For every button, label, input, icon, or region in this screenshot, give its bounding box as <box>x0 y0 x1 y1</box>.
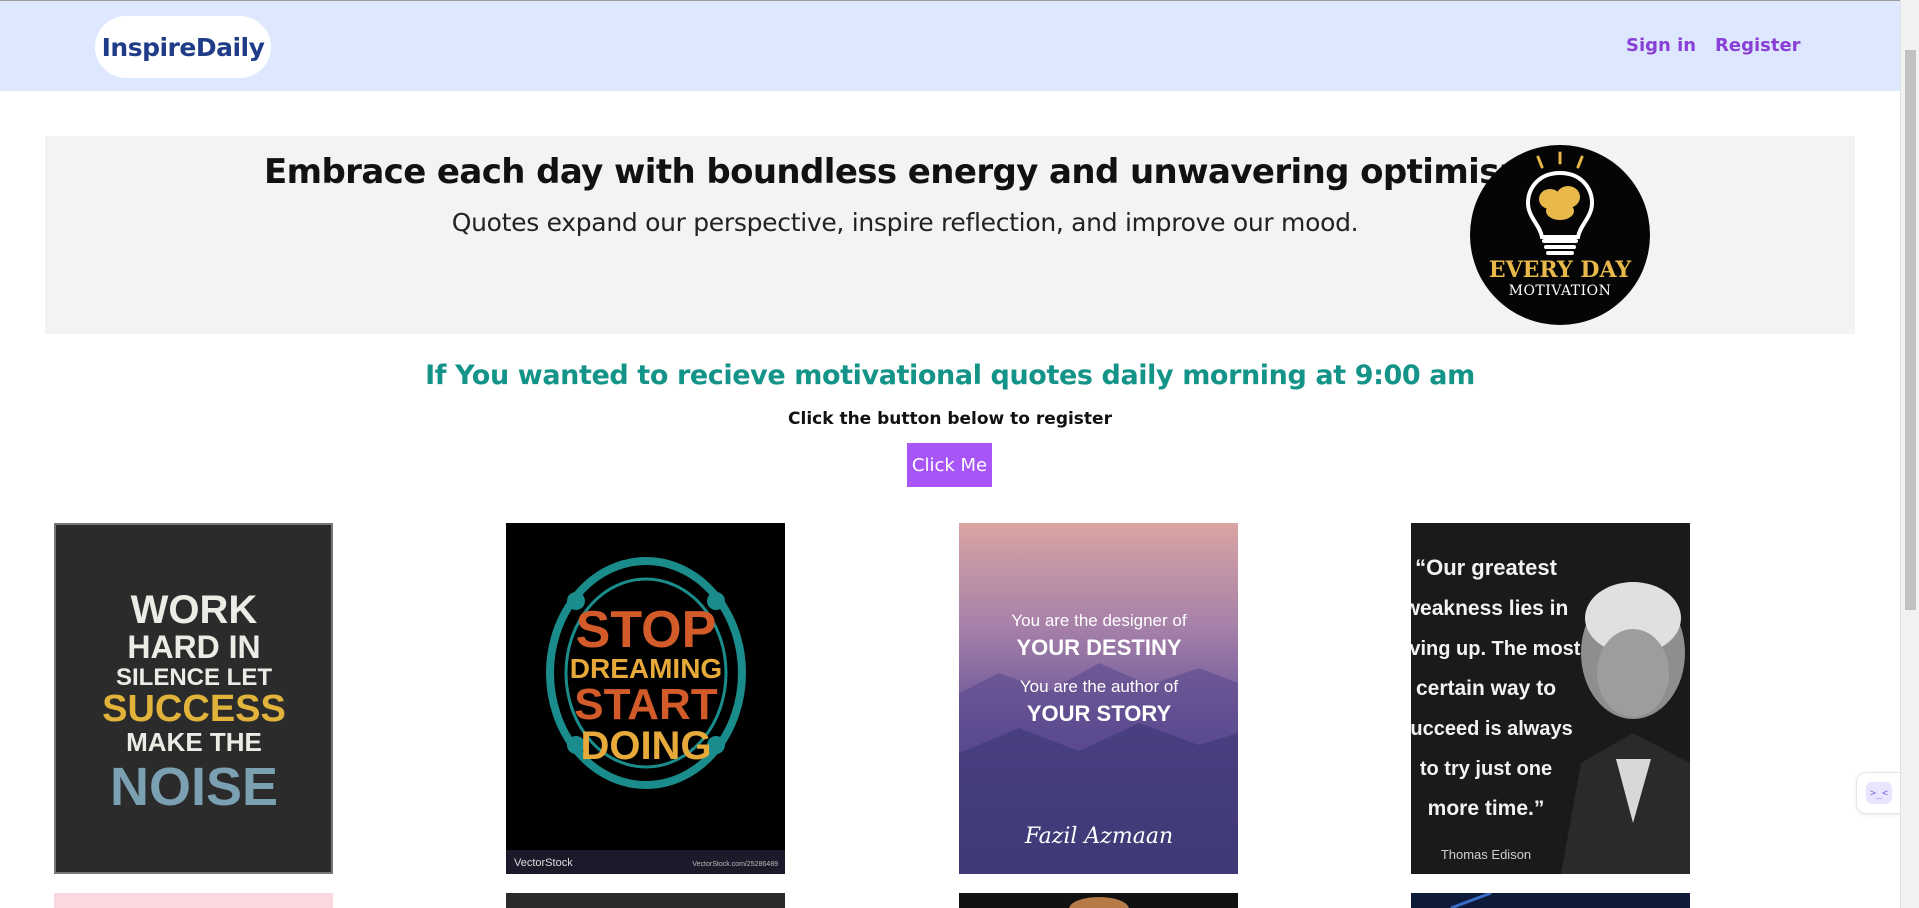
quote-1-line-3: SILENCE LET <box>116 664 272 691</box>
logo-text-motivation: MOTIVATION <box>1508 283 1612 299</box>
quote-1-line-6: NOISE <box>110 757 278 817</box>
quote-card-3[interactable]: You are the designer of YOUR DESTINY You… <box>959 523 1238 874</box>
quote-2-line-3: START <box>574 680 718 729</box>
quote-card-4[interactable]: “Our greatest weakness lies in giving up… <box>1411 523 1690 874</box>
quote-card-1[interactable]: WORK HARD IN SILENCE LET SUCCESS MAKE TH… <box>54 523 333 874</box>
scrollbar-thumb[interactable] <box>1905 50 1916 610</box>
brand-logo[interactable]: InspireDaily <box>95 16 271 78</box>
quote-card-5[interactable] <box>54 893 333 908</box>
cta-heading: If You wanted to recieve motivational qu… <box>425 360 1475 391</box>
quote-3-line-1: You are the designer of <box>1011 611 1186 630</box>
vertical-scrollbar[interactable] <box>1900 0 1919 908</box>
quote-card-2[interactable]: STOP DREAMING START DOING VectorStock Ve… <box>506 523 785 874</box>
quote-card-7[interactable] <box>959 893 1238 908</box>
quote-card-8[interactable] <box>1411 893 1690 908</box>
logo-text-everyday: EVERY DAY <box>1488 257 1632 283</box>
quote-3-line-3: You are the author of <box>1020 677 1178 696</box>
quote-1-line-4: SUCCESS <box>102 688 286 730</box>
helper-icon: >_< <box>1866 782 1892 804</box>
quote-image-1: WORK HARD IN SILENCE LET SUCCESS MAKE TH… <box>54 523 333 874</box>
sign-in-link[interactable]: Sign in <box>1626 35 1696 56</box>
quote-4-line-6: to try just one <box>1420 758 1552 780</box>
quote-image-2: STOP DREAMING START DOING VectorStock Ve… <box>506 523 785 874</box>
quote-2-watermark-right: VectorStock.com/25286489 <box>692 861 778 868</box>
quote-3-line-2: YOUR DESTINY <box>1016 635 1181 660</box>
quote-4-author: Thomas Edison <box>1441 847 1531 862</box>
quote-image-8 <box>1450 893 1492 908</box>
hero-banner: Embrace each day with boundless energy a… <box>45 136 1855 334</box>
quote-4-line-7: more time.” <box>1428 797 1545 820</box>
quote-1-line-1: WORK <box>131 588 258 632</box>
motivation-logo: EVERY DAY MOTIVATION <box>1470 145 1650 325</box>
quote-image-3: You are the designer of YOUR DESTINY You… <box>959 523 1238 874</box>
quote-2-line-1: STOP <box>576 601 717 659</box>
quote-card-6[interactable] <box>506 893 785 908</box>
quote-image-4: “Our greatest weakness lies in giving up… <box>1411 523 1690 874</box>
quote-1-line-5: MAKE THE <box>126 727 262 757</box>
floating-helper-widget[interactable]: >_< <box>1856 772 1901 814</box>
quote-4-line-4: certain way to <box>1416 677 1556 700</box>
navbar: InspireDaily Sign in Register <box>0 1 1900 91</box>
quote-4-line-5: succeed is always <box>1411 718 1573 740</box>
register-link[interactable]: Register <box>1715 35 1801 56</box>
quote-1-line-2: HARD IN <box>127 629 260 665</box>
quote-4-line-1: “Our greatest <box>1415 555 1557 580</box>
quote-4-line-3: giving up. The most <box>1411 638 1581 660</box>
quote-2-line-4: DOING <box>580 724 711 768</box>
click-me-button[interactable]: Click Me <box>907 443 992 487</box>
quote-2-watermark-left: VectorStock <box>514 857 573 869</box>
quote-3-author: Fazil Azmaan <box>1024 824 1173 849</box>
quote-4-line-2: weakness lies in <box>1411 597 1568 620</box>
quote-3-line-4: YOUR STORY <box>1027 701 1172 726</box>
cta-subheading: Click the button below to register <box>788 409 1112 429</box>
quote-image-7 <box>1069 897 1129 908</box>
